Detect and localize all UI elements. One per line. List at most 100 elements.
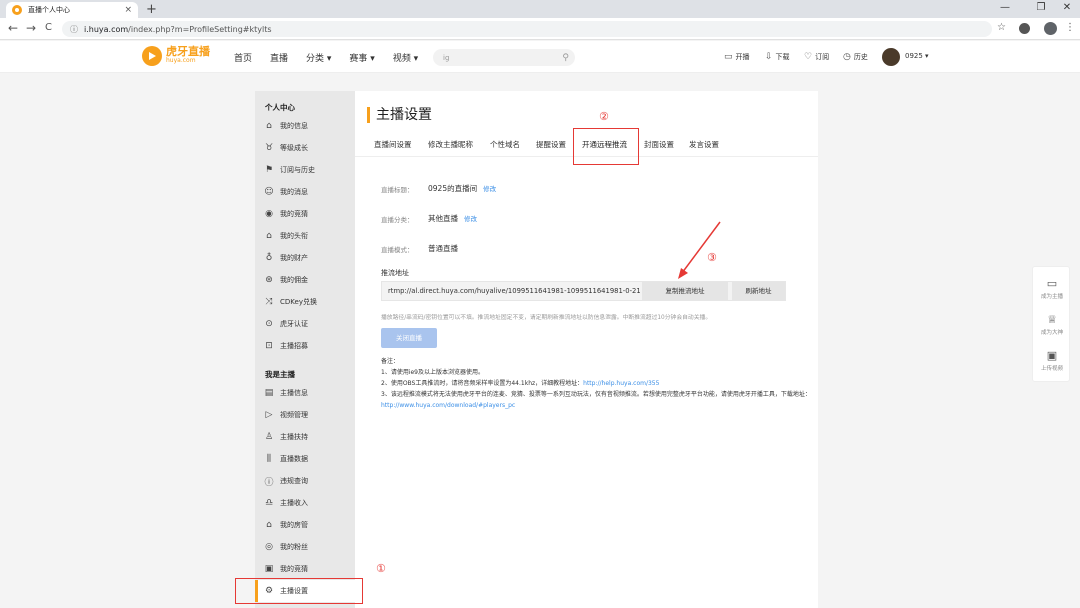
- tab-change-nickname[interactable]: 修改主播昵称: [428, 139, 473, 150]
- tab-cover[interactable]: 封面设置: [644, 139, 674, 150]
- download-label: 下载: [775, 53, 790, 61]
- tab-close-icon[interactable]: ×: [124, 5, 132, 15]
- download-link[interactable]: ⇩ 下载: [765, 52, 790, 62]
- become-streamer-button[interactable]: ▭ 成为主播: [1033, 277, 1071, 300]
- chrome-menu-icon[interactable]: ⋮: [1065, 22, 1075, 33]
- sidebar-item-label: 我的竞猜: [280, 210, 308, 218]
- upload-video-button[interactable]: ▣ 上传视频: [1033, 349, 1071, 372]
- site-header: 虎牙直播 huya.com 首页 直播 分类 ▾ 赛事 ▾ 视频 ▾ ig ⚲ …: [0, 41, 1080, 73]
- live-mode-value: 普通直播: [428, 244, 458, 253]
- id-card-icon: ▤: [264, 388, 274, 398]
- sidebar-item-my-info[interactable]: ⌂ 我的信息: [263, 118, 308, 134]
- level-icon: ♉: [264, 143, 274, 153]
- live-category-label: 直播分类：: [381, 216, 414, 224]
- sidebar-item-messages[interactable]: ☺ 我的消息: [263, 184, 308, 200]
- search-input[interactable]: ig ⚲: [433, 49, 575, 66]
- camera-icon: ▭: [724, 52, 733, 62]
- download-icon: ⇩: [765, 52, 773, 62]
- close-live-button[interactable]: 关闭直播: [381, 328, 437, 348]
- back-icon[interactable]: ←: [8, 21, 18, 35]
- history-label: 历史: [853, 53, 868, 61]
- sidebar-item-live-data[interactable]: ⫼ 直播数据: [263, 451, 308, 467]
- sidebar-group-personal: 个人中心: [265, 103, 295, 112]
- tab-room-settings[interactable]: 直播间设置: [374, 139, 412, 150]
- copy-push-url-button[interactable]: 复制推流地址: [642, 282, 728, 300]
- sidebar-item-titles[interactable]: ⌂ 我的头衔: [263, 228, 308, 244]
- sidebar-item-label: 主播扶持: [280, 433, 308, 441]
- extension-icon[interactable]: [1019, 23, 1030, 34]
- sidebar-item-room-admins[interactable]: ⌂ 我的房管: [263, 517, 308, 533]
- profile-icon[interactable]: [1044, 22, 1057, 35]
- sidebar-item-level[interactable]: ♉ 等级成长: [263, 140, 308, 156]
- new-tab-button[interactable]: +: [146, 2, 157, 17]
- edit-title-link[interactable]: 修改: [483, 185, 496, 193]
- sidebar-item-label: 主播信息: [280, 389, 308, 397]
- sidebar-item-income[interactable]: ♎ 主播收入: [263, 495, 308, 511]
- tab-chat[interactable]: 发言设置: [689, 139, 719, 150]
- sidebar-item-recruit[interactable]: ⊡ 主播招募: [263, 338, 308, 354]
- nav-home[interactable]: 首页: [234, 51, 252, 64]
- floating-panel: ▭ 成为主播 ♕ 成为大神 ▣ 上传视频: [1032, 266, 1070, 382]
- sidebar-item-label: 违规查询: [280, 477, 308, 485]
- sidebar-item-label: 我的消息: [280, 188, 308, 196]
- sidebar-item-cdkey[interactable]: ⤨ CDKey兑换: [263, 294, 317, 310]
- main-nav: 首页 直播 分类 ▾ 赛事 ▾ 视频 ▾: [234, 51, 436, 64]
- sidebar-item-property[interactable]: ♁ 我的财产: [263, 250, 308, 266]
- bookmark-star-icon[interactable]: ☆: [997, 22, 1006, 33]
- download-link-url[interactable]: http://www.huya.com/download/#players_pc: [381, 402, 515, 409]
- user-menu[interactable]: 0925 ▾: [905, 52, 929, 60]
- subscribe-link[interactable]: ♡ 订阅: [804, 52, 829, 62]
- sidebar-item-my-guesses[interactable]: ◉ 我的竞猜: [263, 206, 308, 222]
- sidebar-item-verification[interactable]: ⊙ 虎牙认证: [263, 316, 308, 332]
- sidebar-item-violations[interactable]: ⓘ 违规查询: [263, 473, 308, 489]
- browser-tabbar: 直播个人中心 × + — ❐ ✕: [0, 0, 1080, 18]
- minimize-button[interactable]: —: [990, 2, 1020, 13]
- address-bar[interactable]: ⓘ i.huya.com/index.php?m=ProfileSetting#…: [62, 21, 992, 37]
- notes-block: 备注： 1、请使用ie9及以上版本浏览器使用。 2、使用OBS工具推流时，请将音…: [381, 356, 811, 411]
- forward-icon[interactable]: →: [26, 21, 36, 35]
- close-window-button[interactable]: ✕: [1052, 2, 1080, 13]
- browser-tab[interactable]: 直播个人中心 ×: [6, 2, 138, 18]
- sidebar-item-label: 我的头衔: [280, 232, 308, 240]
- info-icon: ⓘ: [264, 477, 274, 488]
- chart-icon: ⫼: [266, 454, 272, 464]
- avatar[interactable]: [882, 48, 900, 66]
- sidebar-item-label: 主播收入: [280, 499, 308, 507]
- obs-help-link[interactable]: http://help.huya.com/355: [583, 380, 659, 387]
- note-2-text: 2、使用OBS工具推流时，请将音频采样率设置为44.1khz，详细教程地址：: [381, 380, 584, 387]
- nav-category[interactable]: 分类 ▾: [306, 51, 331, 64]
- sidebar-item-commission[interactable]: ⊛ 我的佣金: [263, 272, 308, 288]
- sidebar-item-video-manage[interactable]: ▷ 视频管理: [263, 407, 308, 423]
- refresh-url-button[interactable]: 刷新地址: [732, 282, 785, 300]
- sidebar-item-subscriptions[interactable]: ⚑ 订阅与历史: [263, 162, 315, 178]
- tab-custom-domain[interactable]: 个性域名: [490, 139, 520, 150]
- sidebar-item-label: 我的佣金: [280, 276, 308, 284]
- sidebar-item-label: 视频管理: [280, 411, 308, 419]
- annotation-marker-1: ①: [376, 562, 386, 575]
- push-url-row: rtmp://al.direct.huya.com/huyalive/10995…: [381, 281, 786, 301]
- reload-icon[interactable]: C: [45, 22, 52, 33]
- nav-live[interactable]: 直播: [270, 51, 288, 64]
- nav-video[interactable]: 视频 ▾: [393, 51, 418, 64]
- become-master-button[interactable]: ♕ 成为大神: [1033, 313, 1071, 336]
- sidebar-item-fans[interactable]: ◎ 我的粉丝: [263, 539, 308, 555]
- sidebar-item-support[interactable]: ♙ 主播扶持: [263, 429, 308, 445]
- start-live-link[interactable]: ▭ 开播: [724, 52, 750, 62]
- search-query: ig: [443, 53, 450, 62]
- push-url-field[interactable]: rtmp://al.direct.huya.com/huyalive/10995…: [388, 287, 640, 295]
- live-category-value: 其他直播 修改: [428, 213, 477, 224]
- notes-title: 备注：: [381, 358, 400, 365]
- history-link[interactable]: ◷ 历史: [843, 52, 868, 62]
- edit-category-link[interactable]: 修改: [464, 215, 477, 223]
- badge-icon: ⌂: [266, 231, 272, 241]
- sidebar-item-streamer-guesses[interactable]: ▣ 我的竞猜: [263, 561, 308, 577]
- search-icon[interactable]: ⚲: [562, 53, 569, 63]
- huya-logo[interactable]: 虎牙直播 huya.com: [142, 46, 210, 66]
- huya-logo-icon: [142, 46, 162, 66]
- huya-favicon-icon: [12, 5, 22, 15]
- sidebar-item-streamer-info[interactable]: ▤ 主播信息: [263, 385, 308, 401]
- sidebar-item-label: 我的信息: [280, 122, 308, 130]
- note-3-text: 3、该远程推流模式将无法使用虎牙平台的连麦、竞猜、投票等一系列互动玩法，仅有音视…: [381, 391, 811, 398]
- nav-events[interactable]: 赛事 ▾: [349, 51, 374, 64]
- tab-reminder[interactable]: 提醒设置: [536, 139, 566, 150]
